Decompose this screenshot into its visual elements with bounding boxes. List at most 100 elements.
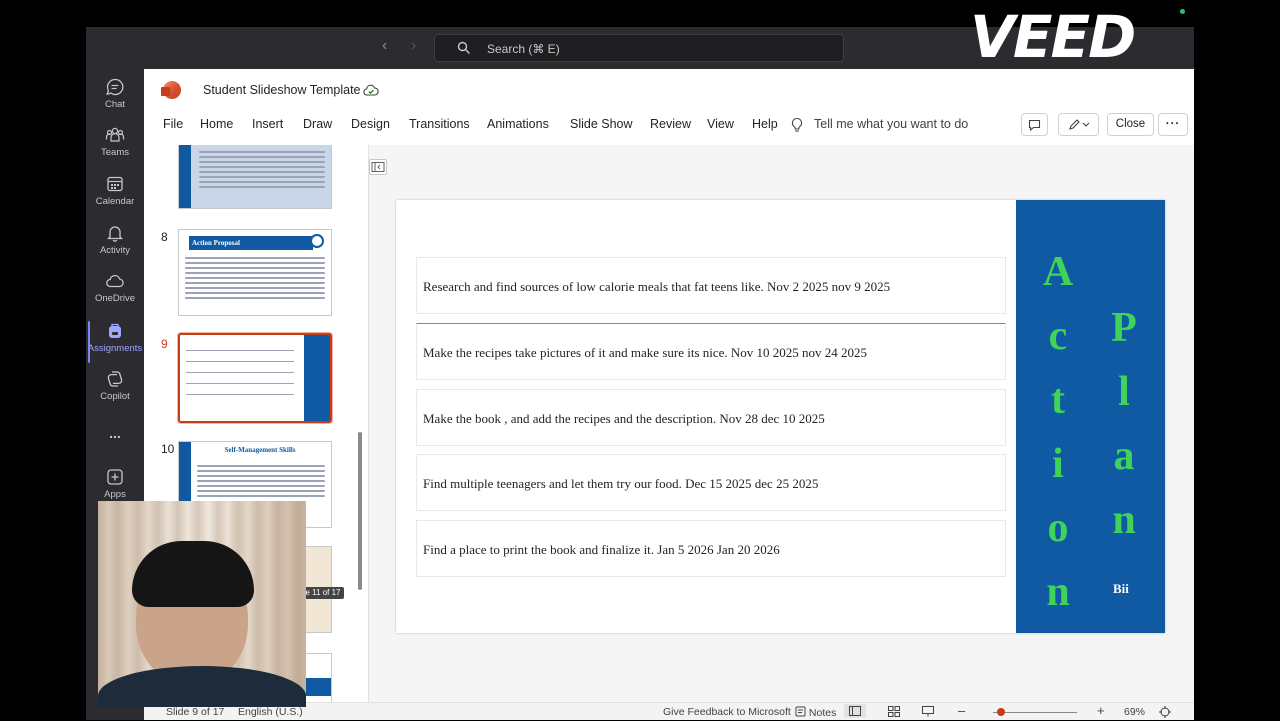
feedback-link[interactable]: Give Feedback to Microsoft — [663, 706, 791, 718]
thumbnail-logo-icon — [310, 234, 324, 248]
vertical-letter: t — [1051, 377, 1065, 423]
zoom-out-button[interactable]: – — [958, 703, 965, 718]
chat-icon — [106, 78, 124, 96]
comments-button[interactable] — [1021, 113, 1048, 136]
app-window: ‹ › Search (⌘ E) VEED Chat Teams Calenda… — [0, 0, 1280, 720]
tab-transitions[interactable]: Transitions — [409, 117, 470, 131]
rail-item-onedrive[interactable]: OneDrive — [86, 271, 144, 317]
vertical-letter: o — [1047, 505, 1069, 551]
powerpoint-logo-icon — [161, 81, 181, 99]
tell-me-search[interactable]: Tell me what you want to do — [791, 117, 969, 132]
task-text: Find a place to print the book and final… — [423, 542, 780, 557]
tab-help[interactable]: Help — [752, 117, 778, 131]
rail-item-teams[interactable]: Teams — [86, 125, 144, 171]
grid-view-icon — [888, 706, 900, 717]
copilot-icon — [107, 371, 123, 387]
more-options-button[interactable]: ··· — [1158, 113, 1188, 136]
tab-insert[interactable]: Insert — [252, 117, 283, 131]
back-arrow-icon[interactable]: ‹ — [382, 37, 387, 55]
rail-label: Chat — [104, 99, 126, 110]
webcam-overlay[interactable] — [98, 501, 306, 707]
task-row-3[interactable]: Make the book , and add the recipes and … — [416, 389, 1006, 446]
bell-icon — [106, 226, 124, 242]
rail-item-activity[interactable]: Activity — [86, 223, 144, 269]
zoom-in-button[interactable]: + — [1097, 703, 1105, 718]
language-indicator[interactable]: English (U.S.) — [238, 706, 303, 718]
task-text: Make the book , and add the recipes and … — [423, 411, 825, 426]
thumbnail-number: 9 — [161, 337, 168, 351]
slide-9[interactable]: Research and find sources of low calorie… — [396, 200, 1165, 633]
tab-view[interactable]: View — [707, 117, 734, 131]
fit-to-window-button[interactable] — [1159, 706, 1171, 721]
rail-item-more[interactable]: ... — [86, 425, 144, 471]
tab-animations[interactable]: Animations — [487, 117, 549, 131]
tab-file[interactable]: File — [163, 117, 183, 131]
cloud-saved-icon[interactable] — [363, 83, 379, 97]
forward-arrow-icon[interactable]: › — [411, 37, 416, 55]
document-title[interactable]: Student Slideshow Template — [203, 83, 361, 97]
task-row-1[interactable]: Research and find sources of low calorie… — [416, 257, 1006, 314]
notes-label: Notes — [808, 707, 837, 719]
slide-thumbnail-8[interactable]: Action Proposal — [178, 229, 332, 316]
rail-item-copilot[interactable]: Copilot — [86, 369, 144, 415]
zoom-level[interactable]: 69% — [1124, 706, 1145, 718]
band-label: Bii — [1113, 581, 1129, 596]
plus-box-icon — [107, 469, 123, 485]
task-text: Research and find sources of low calorie… — [423, 279, 891, 294]
vertical-letter: l — [1118, 369, 1130, 415]
slide-thumbnail-9[interactable] — [178, 333, 332, 423]
rail-label: Activity — [99, 245, 131, 256]
tab-slide-show[interactable]: Slide Show — [570, 117, 633, 131]
comment-icon — [1028, 119, 1041, 132]
veed-watermark: VEED — [970, 3, 1136, 71]
notes-button[interactable]: Notes — [795, 706, 836, 719]
slide-counter: Slide 9 of 17 — [166, 706, 225, 718]
slide-thumbnail-7[interactable] — [178, 145, 332, 209]
rail-item-calendar[interactable]: Calendar — [86, 174, 144, 220]
thumbnail-scrollbar[interactable] — [358, 432, 362, 590]
calendar-icon — [107, 176, 123, 192]
tab-design[interactable]: Design — [351, 117, 390, 131]
rail-label: Apps — [104, 489, 126, 500]
reading-view-button[interactable] — [922, 706, 934, 720]
tab-draw[interactable]: Draw — [303, 117, 332, 131]
normal-view-icon — [849, 706, 861, 716]
recording-dot — [1180, 9, 1185, 14]
rail-item-chat[interactable]: Chat — [86, 77, 144, 123]
action-plan-band[interactable]: A c t i o n P l a n Bii — [1016, 200, 1165, 633]
editing-mode-button[interactable] — [1058, 113, 1099, 136]
close-button[interactable]: Close — [1107, 113, 1154, 136]
task-text: Find multiple teenagers and let them try… — [423, 476, 819, 491]
collapse-thumbnails-button[interactable] — [369, 159, 387, 175]
zoom-slider-track[interactable] — [993, 712, 1077, 713]
vertical-letter: n — [1046, 569, 1070, 615]
zoom-slider-handle[interactable] — [997, 708, 1005, 716]
tab-review[interactable]: Review — [650, 117, 691, 131]
slide-editing-canvas[interactable]: Research and find sources of low calorie… — [368, 145, 1194, 705]
task-row-4[interactable]: Find multiple teenagers and let them try… — [416, 454, 1006, 511]
rail-item-assignments[interactable]: Assignments — [86, 321, 144, 367]
cloud-icon — [106, 275, 124, 288]
vertical-letter: P — [1111, 305, 1137, 351]
vertical-letter: n — [1112, 497, 1136, 543]
pencil-icon — [1068, 119, 1089, 130]
task-text: Make the recipes take pictures of it and… — [423, 345, 868, 360]
presenter-icon — [922, 706, 934, 717]
slide-sorter-button[interactable] — [888, 706, 900, 720]
lightbulb-icon — [791, 117, 803, 132]
task-row-5[interactable]: Find a place to print the book and final… — [416, 520, 1006, 577]
tell-me-label: Tell me what you want to do — [814, 117, 969, 131]
vertical-letter: c — [1048, 313, 1068, 359]
rail-label: Assignments — [87, 343, 143, 354]
search-input[interactable]: Search (⌘ E) — [434, 34, 844, 62]
thumbnail-number: 10 — [161, 442, 175, 456]
slide-number-tooltip: e 11 of 17 — [302, 587, 344, 599]
more-icon: ... — [109, 425, 121, 441]
normal-view-button[interactable] — [844, 704, 866, 718]
vertical-letter: A — [1042, 249, 1074, 295]
rail-label: Copilot — [100, 391, 130, 402]
tab-home[interactable]: Home — [200, 117, 233, 131]
task-row-2[interactable]: Make the recipes take pictures of it and… — [416, 323, 1006, 380]
vertical-letter: a — [1113, 433, 1135, 479]
rail-label: Teams — [101, 147, 129, 158]
